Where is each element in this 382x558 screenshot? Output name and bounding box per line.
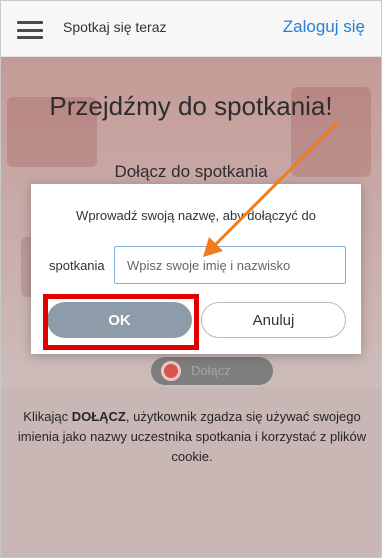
notice-prefix: Klikając <box>23 409 72 424</box>
page-subheading: Dołącz do spotkania <box>114 162 268 181</box>
join-icon <box>161 361 181 381</box>
dialog-prompt-continued: spotkania <box>49 258 105 273</box>
login-link[interactable]: Zaloguj się <box>283 17 365 37</box>
top-bar: Spotkaj się teraz Zaloguj się <box>1 1 381 57</box>
join-button[interactable]: Dołącz <box>151 357 273 385</box>
page-heading: Przejdźmy do spotkania! <box>49 91 333 121</box>
join-button-label: Dołącz <box>191 363 231 378</box>
app-title: Spotkaj się teraz <box>63 19 167 35</box>
name-dialog: Wprowadź swoją nazwę, aby dołączyć do sp… <box>31 184 361 354</box>
cancel-button[interactable]: Anuluj <box>201 302 346 338</box>
name-input[interactable] <box>114 246 346 284</box>
hamburger-menu-icon[interactable] <box>17 21 43 39</box>
consent-notice: Klikając DOŁĄCZ, użytkownik zgadza się u… <box>7 407 377 467</box>
app-screen: Spotkaj się teraz Zaloguj się Przejdźmy … <box>0 0 382 558</box>
dialog-prompt: Wprowadź swoją nazwę, aby dołączyć do <box>76 208 316 223</box>
ok-button[interactable]: OK <box>47 302 192 338</box>
notice-bold: DOŁĄCZ <box>71 409 126 424</box>
